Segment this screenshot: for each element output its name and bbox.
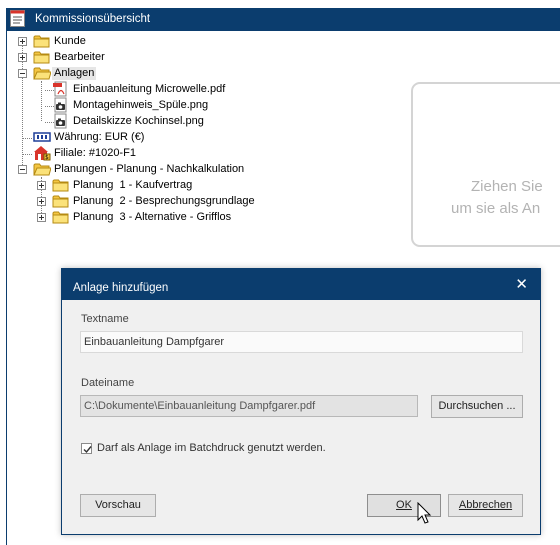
tree-item-waehrung[interactable]: Währung: EUR (€) — [0, 129, 260, 145]
tree-item-bearbeiter[interactable]: Bearbeiter — [0, 49, 200, 65]
tree-item-label: Bearbeiter — [54, 51, 105, 63]
pdf-icon — [53, 81, 67, 97]
folder-icon — [33, 51, 50, 64]
tree-item-label: Einbauanleitung Microwelle.pdf — [73, 83, 226, 95]
batch-print-checkbox[interactable] — [81, 443, 92, 454]
dateiname-input[interactable]: C:\Dokumente\Einbauanleitung Dampfgarer.… — [80, 395, 418, 417]
expand-icon[interactable] — [37, 197, 46, 206]
tree-item-label: Detailskizze Kochinsel.png — [73, 115, 204, 127]
tree-item-label: Montagehinweis_Spüle.png — [73, 99, 209, 111]
svg-text:$: $ — [45, 154, 49, 161]
add-attachment-dialog: Anlage hinzufügen ✕ Textname Einbauanlei… — [61, 268, 541, 535]
dialog-titlebar: Anlage hinzufügen ✕ — [62, 269, 540, 300]
folder-icon — [52, 195, 69, 208]
camera-icon — [54, 113, 67, 129]
tree-item-planung[interactable]: Planung 3 - Alternative - Grifflos — [0, 209, 300, 225]
collapse-icon[interactable] — [18, 165, 27, 174]
expand-icon[interactable] — [18, 37, 27, 46]
dateiname-label: Dateiname — [81, 377, 135, 389]
close-icon[interactable]: ✕ — [515, 277, 528, 292]
dialog-title: Anlage hinzufügen — [73, 282, 169, 294]
tree-item-planung[interactable]: Planung 1 - Kaufvertrag — [0, 177, 300, 193]
tree-item-label: Kunde — [54, 35, 86, 47]
cancel-button-label: Abbrechen — [458, 499, 513, 511]
commission-tree[interactable]: Kunde Bearbeiter Anlagen Einbauanleitung… — [0, 31, 410, 261]
file-drop-zone[interactable]: Ziehen Sie um sie als An — [411, 82, 560, 247]
window-title: Kommissionsübersicht — [35, 13, 151, 25]
app-window: Kommissionsübersicht Kunde Bearbeiter An… — [0, 0, 560, 545]
tree-item-attachment[interactable]: Detailskizze Kochinsel.png — [0, 113, 260, 129]
tree-item-label: Filiale: #1020-F1 — [54, 147, 136, 159]
tree-item-planungen[interactable]: Planungen - Planung - Nachkalkulation — [0, 161, 300, 177]
checkmark-icon — [83, 446, 92, 454]
branch-store-icon: $ — [34, 146, 51, 161]
cancel-button[interactable]: Abbrechen — [448, 494, 523, 517]
tree-item-label: Planung 3 - Alternative - Grifflos — [73, 211, 232, 223]
dropzone-hint-line2: um sie als An — [451, 200, 541, 217]
dropzone-hint-line1: Ziehen Sie — [471, 178, 543, 195]
folder-icon — [33, 35, 50, 48]
textname-label: Textname — [81, 313, 129, 325]
tree-item-label: Planung 1 - Kaufvertrag — [73, 179, 193, 191]
folder-icon — [52, 179, 69, 192]
tree-item-filiale[interactable]: $ Filiale: #1020-F1 — [0, 145, 260, 161]
camera-icon — [54, 97, 67, 113]
textname-input[interactable]: Einbauanleitung Dampfgarer — [80, 331, 523, 353]
tree-item-label: Anlagen — [52, 67, 97, 80]
tree-item-planung[interactable]: Planung 2 - Besprechungsgrundlage — [0, 193, 300, 209]
browse-button[interactable]: Durchsuchen ... — [431, 395, 523, 418]
expand-icon[interactable] — [18, 53, 27, 62]
currency-icon — [33, 132, 51, 142]
folder-open-icon — [33, 67, 51, 80]
folder-icon — [52, 211, 69, 224]
collapse-icon[interactable] — [18, 69, 27, 78]
folder-open-icon — [33, 163, 51, 176]
batch-print-label: Darf als Anlage im Batchdruck genutzt we… — [97, 442, 326, 454]
expand-icon[interactable] — [37, 181, 46, 190]
tree-item-label: Planung 2 - Besprechungsgrundlage — [73, 195, 255, 207]
tree-item-label: Währung: EUR (€) — [54, 131, 145, 143]
tree-item-kunde[interactable]: Kunde — [0, 33, 200, 49]
mouse-cursor-icon — [417, 502, 432, 524]
expand-icon[interactable] — [37, 213, 46, 222]
tree-item-attachment[interactable]: Einbauanleitung Microwelle.pdf — [0, 81, 260, 97]
window-titlebar: Kommissionsübersicht — [0, 0, 560, 31]
document-list-icon — [10, 10, 25, 27]
tree-item-label: Planungen - Planung - Nachkalkulation — [54, 163, 245, 175]
tree-item-anlagen[interactable]: Anlagen — [0, 65, 200, 81]
preview-button[interactable]: Vorschau — [80, 494, 156, 517]
tree-item-attachment[interactable]: Montagehinweis_Spüle.png — [0, 97, 260, 113]
